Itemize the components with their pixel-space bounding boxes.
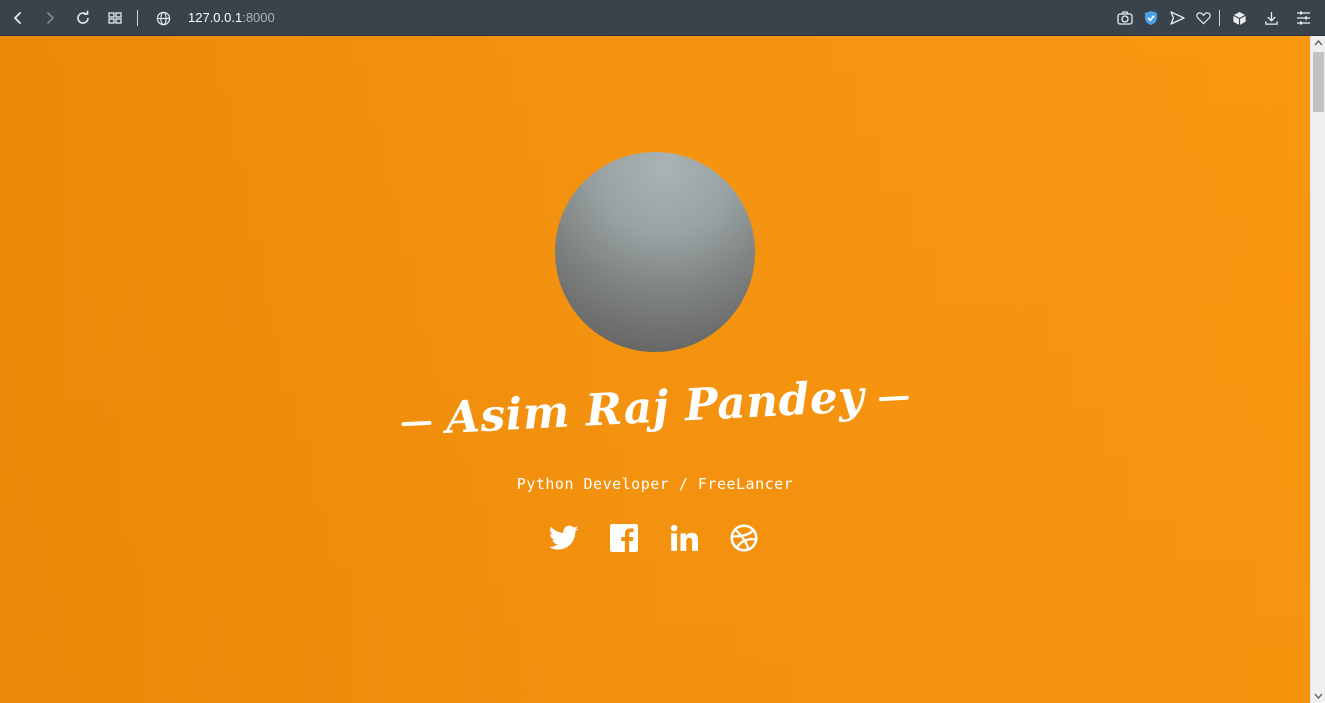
facebook-icon[interactable]	[608, 522, 640, 554]
scroll-thumb[interactable]	[1313, 52, 1324, 112]
menu-icon[interactable]	[1293, 8, 1313, 28]
toolbar-divider	[1219, 10, 1220, 26]
send-icon[interactable]	[1167, 8, 1187, 28]
heart-icon[interactable]	[1193, 8, 1213, 28]
social-links	[548, 522, 768, 554]
globe-icon	[153, 8, 173, 28]
dribbble-icon[interactable]	[728, 522, 760, 554]
url-port: :8000	[242, 10, 275, 25]
avatar	[555, 152, 755, 352]
scroll-down-icon[interactable]	[1311, 689, 1325, 703]
reload-icon[interactable]	[73, 8, 93, 28]
title-dash-left	[401, 420, 433, 426]
scroll-up-icon[interactable]	[1311, 36, 1325, 50]
toolbar-divider	[137, 10, 138, 26]
hero-subtitle: Python Developer / FreeLancer	[516, 475, 794, 493]
shield-icon[interactable]	[1141, 8, 1161, 28]
browser-toolbar: 127.0.0.1:8000	[0, 0, 1325, 36]
vertical-scrollbar[interactable]	[1310, 36, 1325, 703]
forward-icon[interactable]	[40, 8, 60, 28]
title-dash-right	[878, 395, 909, 401]
page-title: Asim Raj Pandey	[0, 348, 1310, 467]
url-host: 127.0.0.1	[188, 10, 243, 25]
address-bar[interactable]: 127.0.0.1:8000	[188, 9, 275, 27]
linkedin-icon[interactable]	[668, 522, 700, 554]
camera-icon[interactable]	[1115, 8, 1135, 28]
hero-name: Asim Raj Pandey	[444, 371, 866, 444]
page-content: Asim Raj Pandey Python Developer / FreeL…	[0, 36, 1310, 703]
box-icon[interactable]	[1229, 8, 1249, 28]
back-icon[interactable]	[8, 8, 28, 28]
tab-grid-icon[interactable]	[105, 8, 125, 28]
twitter-icon[interactable]	[548, 522, 580, 554]
download-icon[interactable]	[1261, 8, 1281, 28]
